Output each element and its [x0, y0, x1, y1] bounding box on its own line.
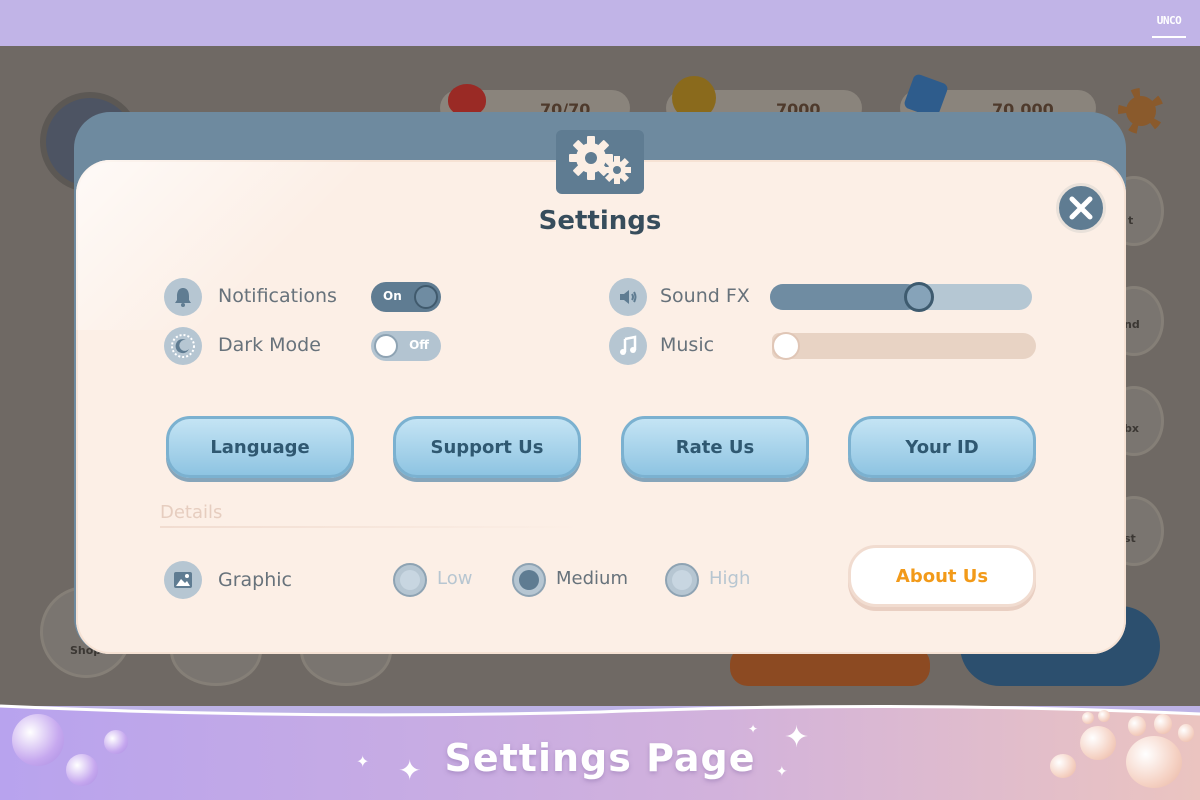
support-us-button[interactable]: Support Us [393, 416, 581, 478]
speaker-icon [609, 278, 647, 316]
close-button[interactable] [1056, 183, 1106, 233]
dark-mode-label: Dark Mode [218, 334, 321, 356]
paw-toe [1082, 712, 1094, 724]
image-icon [164, 561, 202, 599]
sound-fx-fill [770, 284, 920, 310]
toggle-knob [414, 285, 438, 309]
toggle-state-label: Off [409, 338, 429, 352]
paw-toe [1128, 716, 1146, 736]
graphic-option-high-label: High [709, 568, 751, 589]
sound-fx-thumb[interactable] [904, 282, 935, 312]
graphic-option-low-label: Low [437, 568, 473, 589]
graphic-option-high[interactable] [665, 563, 699, 597]
sound-fx-label: Sound FX [660, 285, 750, 307]
moon-clock-icon [164, 327, 202, 365]
paw-pad [1080, 726, 1116, 760]
heart-bubble [12, 714, 64, 766]
side-label: bx [1124, 422, 1139, 435]
graphic-label: Graphic [218, 569, 293, 591]
bell-icon [164, 278, 202, 316]
music-label: Music [660, 334, 715, 356]
notifications-label: Notifications [218, 285, 337, 307]
rate-us-button[interactable]: Rate Us [621, 416, 809, 478]
side-label: nd [1124, 318, 1140, 331]
modal-title: Settings [538, 206, 662, 236]
music-slider[interactable] [772, 332, 1036, 360]
side-label: t [1128, 214, 1134, 227]
paw-toe [1154, 714, 1172, 734]
sparkle-icon: ✦ [748, 722, 759, 736]
notifications-toggle[interactable]: On [371, 282, 441, 312]
paw-toe [1178, 724, 1194, 742]
close-icon [1069, 196, 1093, 220]
sparkle-icon: ✦ [356, 752, 370, 771]
graphic-option-medium-label: Medium [556, 568, 628, 589]
brand-logo: UNCO [1152, 8, 1186, 38]
music-thumb[interactable] [772, 332, 800, 360]
heart-bubble [104, 730, 128, 754]
music-note-icon [609, 327, 647, 365]
details-divider [160, 526, 580, 528]
toggle-knob [374, 334, 398, 358]
sound-fx-slider[interactable] [770, 282, 1032, 312]
paw-toe [1098, 710, 1110, 722]
gear-icon [1118, 88, 1164, 134]
graphic-option-low[interactable] [393, 563, 427, 597]
about-us-button[interactable]: About Us [848, 545, 1036, 607]
heart-bubble [66, 754, 98, 786]
details-section-label: Details [160, 502, 223, 523]
your-id-button[interactable]: Your ID [848, 416, 1036, 478]
toggle-state-label: On [383, 289, 402, 303]
gears-icon [556, 130, 644, 194]
paw-pad [1126, 736, 1182, 788]
paw-pad [1050, 754, 1076, 778]
graphic-option-medium[interactable] [512, 563, 546, 597]
dark-mode-toggle[interactable]: Off [371, 331, 441, 361]
language-button[interactable]: Language [166, 416, 354, 478]
top-bar: UNCO [0, 0, 1200, 46]
banner-title: Settings Page [444, 736, 756, 780]
